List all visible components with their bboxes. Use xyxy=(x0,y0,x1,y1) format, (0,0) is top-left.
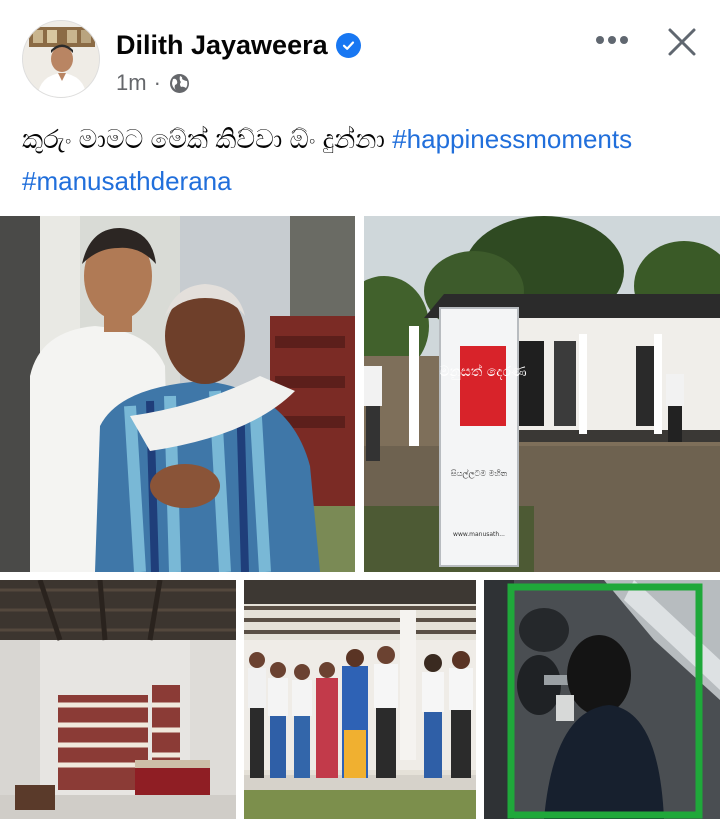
banner-subtext: සියල්ලටම මහිත xyxy=(451,468,508,479)
more-options-button[interactable] xyxy=(592,26,632,54)
caption-text: කුරුං මාමට මේක් කිව්වා ඕං දුන්නා xyxy=(22,124,393,154)
photo-highlighted[interactable] xyxy=(484,580,720,819)
hashtag-link[interactable]: #manusathderana xyxy=(22,166,232,196)
more-horizontal-icon xyxy=(596,36,628,44)
banner-logo-text: මනුසත් දෙරණ xyxy=(439,364,527,381)
photo-group[interactable] xyxy=(244,580,476,819)
close-icon xyxy=(668,28,696,56)
hashtag-link[interactable]: #happinessmoments xyxy=(392,124,632,154)
photo-two-men[interactable] xyxy=(0,216,355,572)
meta-separator: · xyxy=(153,70,161,95)
close-button[interactable] xyxy=(662,22,702,62)
author-avatar[interactable] xyxy=(22,20,100,98)
author-name[interactable]: Dilith Jayaweera xyxy=(116,30,328,61)
photo-interior[interactable] xyxy=(0,580,236,819)
post-header: Dilith Jayaweera 1m · xyxy=(0,0,720,108)
verified-badge-icon xyxy=(335,33,361,58)
post-timestamp[interactable]: 1m xyxy=(116,70,147,96)
banner-url: www.manusath... xyxy=(453,531,505,538)
post-caption: කුරුං මාමට මේක් කිව්වා ඕං දුන්නා #happin… xyxy=(22,118,702,202)
globe-icon xyxy=(169,73,190,94)
photo-house-banner[interactable]: මනුසත් දෙරණ සියල්ලටම මහිත www.manusath..… xyxy=(364,216,720,572)
